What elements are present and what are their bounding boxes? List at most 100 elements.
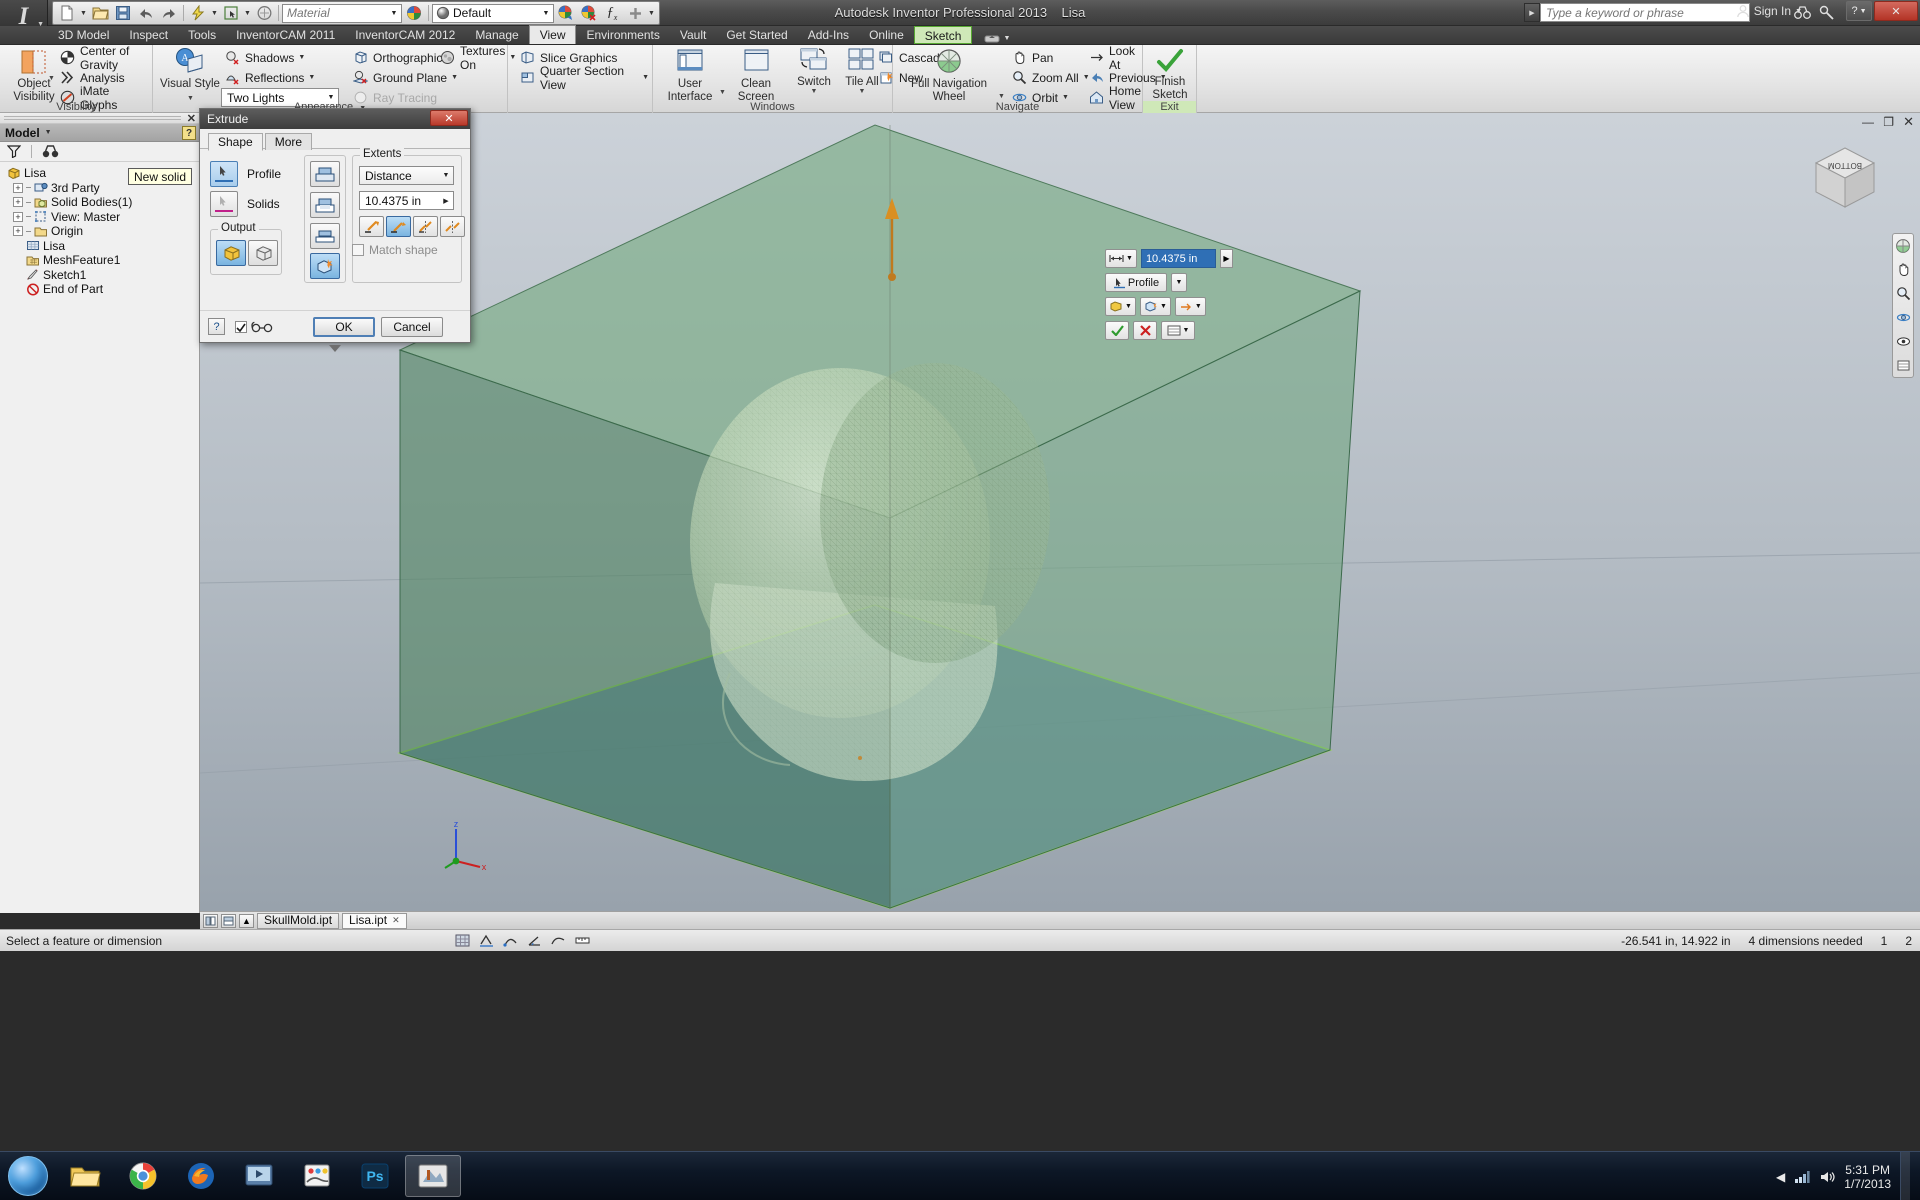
solids-select-button[interactable] — [210, 191, 238, 217]
tab-sketch[interactable]: Sketch — [913, 26, 973, 44]
filter-icon[interactable] — [7, 145, 21, 158]
taskbar-item-inventor[interactable] — [405, 1155, 461, 1197]
look-icon[interactable] — [1895, 333, 1912, 350]
full-navigation-wheel-dropdown[interactable]: ▼ — [998, 93, 1005, 100]
look-at-button[interactable]: Look At — [1085, 44, 1142, 72]
new-file-button[interactable] — [56, 3, 78, 23]
hud-distance-input[interactable]: 10.4375 in — [1140, 249, 1216, 268]
qat-customize-dropdown[interactable]: ▼ — [647, 3, 656, 23]
status-measure-icon[interactable] — [575, 934, 590, 947]
status-grid-icon[interactable] — [455, 934, 470, 947]
extrude-cancel-button[interactable]: Cancel — [381, 316, 443, 337]
viewport-minimize-button[interactable]: — — [1862, 115, 1874, 129]
finish-sketch-button[interactable]: Finish Sketch — [1143, 47, 1197, 101]
shadows-button[interactable]: Shadows ▼ — [221, 48, 308, 67]
tab-manage[interactable]: Manage — [465, 26, 528, 44]
clear-appearance-button[interactable] — [578, 3, 600, 23]
boolean-intersect-button[interactable] — [310, 223, 340, 249]
hud-direction-button[interactable]: ▼ — [1174, 297, 1206, 316]
redo-button[interactable] — [158, 3, 180, 23]
profile-select-button[interactable] — [210, 161, 238, 187]
tree-item-end-of-part[interactable]: End of Part — [5, 282, 199, 297]
new-file-dropdown[interactable]: ▼ — [79, 3, 88, 23]
extrude-help-button[interactable]: ? — [208, 318, 225, 335]
search-key-icon[interactable] — [1817, 3, 1836, 22]
taskbar-clock[interactable]: 5:31 PM 1/7/2013 — [1844, 1163, 1891, 1191]
tray-expand-icon[interactable]: ◀ — [1776, 1170, 1785, 1184]
direction-2-button[interactable] — [386, 216, 411, 237]
extrude-dialog-close-button[interactable]: ✕ — [430, 110, 468, 126]
ribbon-display-options[interactable]: ▼ — [984, 32, 1010, 44]
boolean-cut-button[interactable] — [310, 192, 340, 218]
orbit-caret-icon[interactable]: ▼ — [1062, 94, 1069, 101]
extrude-ok-button[interactable]: OK — [313, 316, 375, 337]
viewport-maximize-button[interactable]: ❐ — [1883, 115, 1894, 129]
status-dimension-icon[interactable] — [479, 934, 494, 947]
tab-view[interactable]: View — [528, 25, 577, 44]
hud-profile-button[interactable]: Profile — [1105, 273, 1167, 292]
tab-tools[interactable]: Tools — [178, 26, 226, 44]
appearance-browser-button[interactable] — [555, 3, 577, 23]
tab-inventorcam-2011[interactable]: InventorCAM 2011 — [226, 26, 345, 44]
help-button[interactable]: ? ▼ — [1846, 1, 1872, 21]
view-list-icon[interactable] — [1895, 357, 1912, 374]
shadows-caret-icon[interactable]: ▼ — [298, 54, 305, 61]
hud-output-button[interactable]: ▼ — [1105, 297, 1136, 316]
start-button[interactable] — [0, 1153, 56, 1199]
hud-boolean-button[interactable]: ▼ — [1139, 297, 1171, 316]
quarter-section-view-button[interactable]: Quarter Section View ▼ — [516, 64, 652, 92]
zoom-icon[interactable] — [1895, 285, 1912, 302]
tab-add-ins[interactable]: Add-Ins — [798, 26, 859, 44]
match-shape-row[interactable]: Match shape — [352, 243, 438, 257]
object-visibility-dropdown[interactable]: ▼ — [48, 75, 55, 82]
browser-help-icon[interactable]: ? — [182, 126, 196, 140]
match-shape-checkbox[interactable] — [352, 244, 364, 256]
tab-environments[interactable]: Environments — [576, 26, 669, 44]
extents-type-selector[interactable]: Distance ▼ — [359, 166, 454, 185]
return-button[interactable] — [253, 3, 275, 23]
doctab-scroll-up-icon[interactable]: ▲ — [239, 913, 254, 928]
hud-distance-type-button[interactable]: ▼ — [1105, 249, 1137, 268]
boolean-join-button[interactable] — [310, 161, 340, 187]
reflections-caret-icon[interactable]: ▼ — [308, 74, 315, 81]
tree-item-origin[interactable]: + Origin — [5, 224, 199, 239]
taskbar-item-firefox[interactable] — [173, 1155, 229, 1197]
open-file-button[interactable] — [89, 3, 111, 23]
ground-plane-caret-icon[interactable]: ▼ — [451, 74, 458, 81]
hud-options-button[interactable]: ▼ — [1161, 321, 1195, 340]
material-browser-button[interactable] — [403, 3, 425, 23]
tab-get-started[interactable]: Get Started — [716, 26, 797, 44]
output-solid-button[interactable] — [216, 240, 246, 266]
search-input[interactable] — [1541, 4, 1749, 21]
taskbar-item-media-player[interactable] — [231, 1155, 287, 1197]
taskbar-item-photoshop[interactable]: Ps — [347, 1155, 403, 1197]
hud-cancel-button[interactable] — [1133, 321, 1157, 340]
orbit-nav-icon[interactable] — [1895, 309, 1912, 326]
show-desktop-button[interactable] — [1900, 1152, 1910, 1200]
document-tab-lisa[interactable]: Lisa.ipt ✕ — [342, 912, 407, 929]
clean-screen-button[interactable]: Clean Screen — [725, 47, 787, 103]
quarter-section-caret-icon[interactable]: ▼ — [642, 74, 649, 81]
material-selector[interactable]: Material ▼ — [282, 3, 402, 23]
full-navigation-wheel-button[interactable]: Full Navigation Wheel — [903, 47, 995, 103]
sign-in-button[interactable]: Sign In ▼ — [1736, 4, 1802, 18]
document-tab-skullmold[interactable]: SkullMold.ipt — [257, 912, 340, 929]
hud-profile-dropdown[interactable]: ▼ — [1171, 273, 1187, 292]
extrude-dialog-titlebar[interactable]: Extrude ✕ — [200, 109, 470, 129]
tab-3d-model[interactable]: 3D Model — [48, 26, 119, 44]
browser-header[interactable]: Model ▼ ? — [0, 124, 199, 142]
add-to-qat-button[interactable] — [624, 3, 646, 23]
direction-symmetric-button[interactable] — [413, 216, 438, 237]
tab-inspect[interactable]: Inspect — [119, 26, 178, 44]
taskbar-item-file-explorer[interactable] — [57, 1155, 113, 1197]
parameters-button[interactable]: ƒx — [601, 3, 623, 23]
output-surface-button[interactable] — [248, 240, 278, 266]
status-constraint-icon[interactable] — [503, 934, 518, 947]
doctab-close-icon[interactable]: ✕ — [392, 913, 400, 928]
tree-item-sketch1[interactable]: Sketch1 — [5, 268, 199, 283]
center-of-gravity-button[interactable]: Center of Gravity — [56, 44, 152, 72]
hud-ok-button[interactable] — [1105, 321, 1129, 340]
direction-asymmetric-button[interactable] — [440, 216, 465, 237]
tree-item-lisa-mesh[interactable]: Lisa — [5, 239, 199, 254]
update-button[interactable] — [187, 3, 209, 23]
